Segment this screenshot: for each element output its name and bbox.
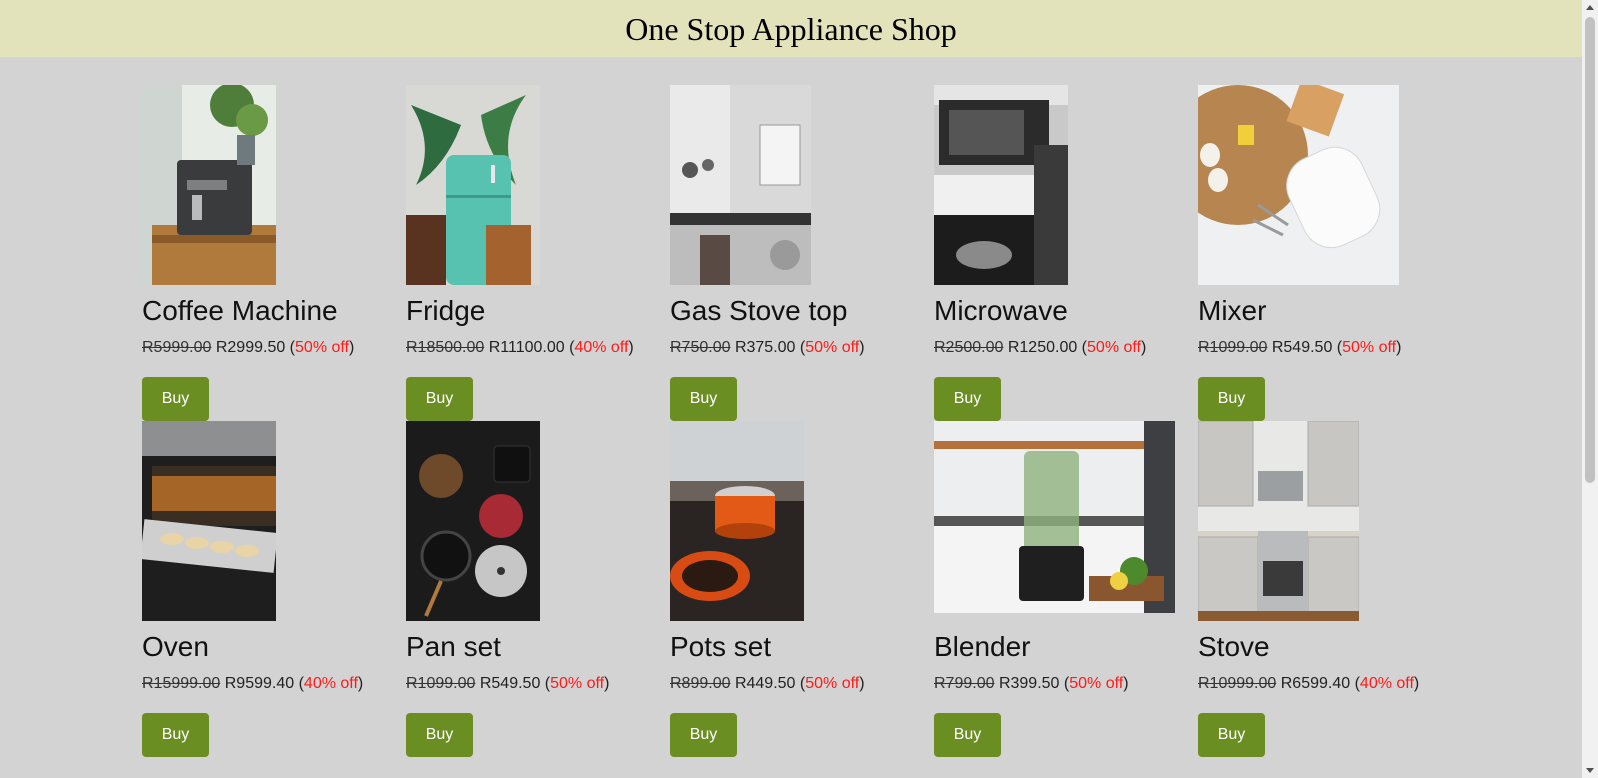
product-price: R2500.00 R1250.00 (50% off) (934, 339, 1147, 356)
buy-button[interactable]: Buy (670, 713, 737, 757)
product-price: R15999.00 R9599.40 (40% off) (142, 675, 364, 692)
discount-label: 50% off (550, 675, 605, 692)
discount-label: 50% off (295, 339, 349, 356)
original-price: R5999.00 (142, 339, 212, 356)
blender-photo (934, 421, 1175, 613)
product-name: Microwave (934, 295, 1068, 326)
product-price: R1099.00 R549.50 (50% off) (406, 675, 610, 692)
buy-button[interactable]: Buy (1198, 377, 1265, 421)
scroll-thumb[interactable] (1585, 17, 1595, 483)
page-header: One Stop Appliance Shop (0, 0, 1582, 57)
discount-label: 40% off (574, 339, 629, 356)
original-price: R2500.00 (934, 339, 1004, 356)
original-price: R1099.00 (1198, 339, 1268, 356)
sale-price: R9599.40 (224, 675, 295, 692)
fridge-photo (406, 85, 540, 285)
discount-label: 50% off (805, 675, 860, 692)
product-price: R899.00 R449.50 (50% off) (670, 675, 865, 692)
buy-button[interactable]: Buy (934, 713, 1001, 757)
coffee-machine-photo (142, 85, 276, 285)
buy-button[interactable]: Buy (142, 713, 209, 757)
scroll-down-icon[interactable] (1586, 768, 1594, 773)
kitchen-photo (670, 85, 811, 285)
product-price: R10999.00 R6599.40 (40% off) (1198, 675, 1420, 692)
product-price: R799.00 R399.50 (50% off) (934, 675, 1129, 692)
buy-button[interactable]: Buy (670, 377, 737, 421)
product-price: R18500.00 R11100.00 (40% off) (406, 339, 634, 356)
page-title: One Stop Appliance Shop (625, 11, 957, 47)
product-price: R750.00 R375.00 (50% off) (670, 339, 865, 356)
product-name: Pan set (406, 631, 501, 662)
product-name: Oven (142, 631, 209, 662)
original-price: R1099.00 (406, 675, 476, 692)
buy-button[interactable]: Buy (934, 377, 1001, 421)
sale-price: R549.50 (1271, 339, 1333, 356)
discount-label: 50% off (805, 339, 860, 356)
original-price: R750.00 (670, 339, 731, 356)
sale-price: R6599.40 (1280, 675, 1351, 692)
discount-label: 50% off (1069, 675, 1124, 692)
product-name: Pots set (670, 631, 772, 662)
sale-price: R2999.50 (215, 339, 286, 356)
pots-set-photo (670, 421, 804, 621)
scroll-up-icon[interactable] (1586, 5, 1594, 10)
buy-button[interactable]: Buy (406, 377, 473, 421)
sale-price: R11100.00 (488, 339, 565, 356)
product-name: Stove (1198, 631, 1270, 662)
original-price: R10999.00 (1198, 675, 1277, 692)
microwave-photo (934, 85, 1068, 285)
discount-label: 40% off (303, 675, 358, 692)
sale-price: R449.50 (734, 675, 796, 692)
discount-label: 50% off (1342, 339, 1397, 356)
product-price: R5999.00 R2999.50 (50% off) (142, 339, 355, 356)
discount-label: 50% off (1087, 339, 1141, 356)
sale-price: R375.00 (734, 339, 796, 356)
vertical-scrollbar[interactable] (1582, 0, 1598, 778)
product-name: Blender (934, 631, 1031, 662)
original-price: R18500.00 (406, 339, 485, 356)
original-price: R899.00 (670, 675, 731, 692)
product-name: Mixer (1198, 295, 1267, 326)
buy-button[interactable]: Buy (1198, 713, 1265, 757)
pan-set-photo (406, 421, 540, 621)
sale-price: R1250.00 (1007, 339, 1078, 356)
oven-photo (142, 421, 276, 621)
buy-button[interactable]: Buy (406, 713, 473, 757)
discount-label: 40% off (1359, 675, 1414, 692)
stove-photo (1198, 421, 1359, 621)
product-price: R1099.00 R549.50 (50% off) (1198, 339, 1402, 356)
sale-price: R399.50 (998, 675, 1060, 692)
product-name: Fridge (406, 295, 486, 326)
product-name: Coffee Machine (142, 295, 338, 326)
buy-button[interactable]: Buy (142, 377, 209, 421)
mixer-photo (1198, 85, 1399, 285)
original-price: R15999.00 (142, 675, 221, 692)
product-name: Gas Stove top (670, 295, 848, 326)
original-price: R799.00 (934, 675, 995, 692)
sale-price: R549.50 (479, 675, 541, 692)
